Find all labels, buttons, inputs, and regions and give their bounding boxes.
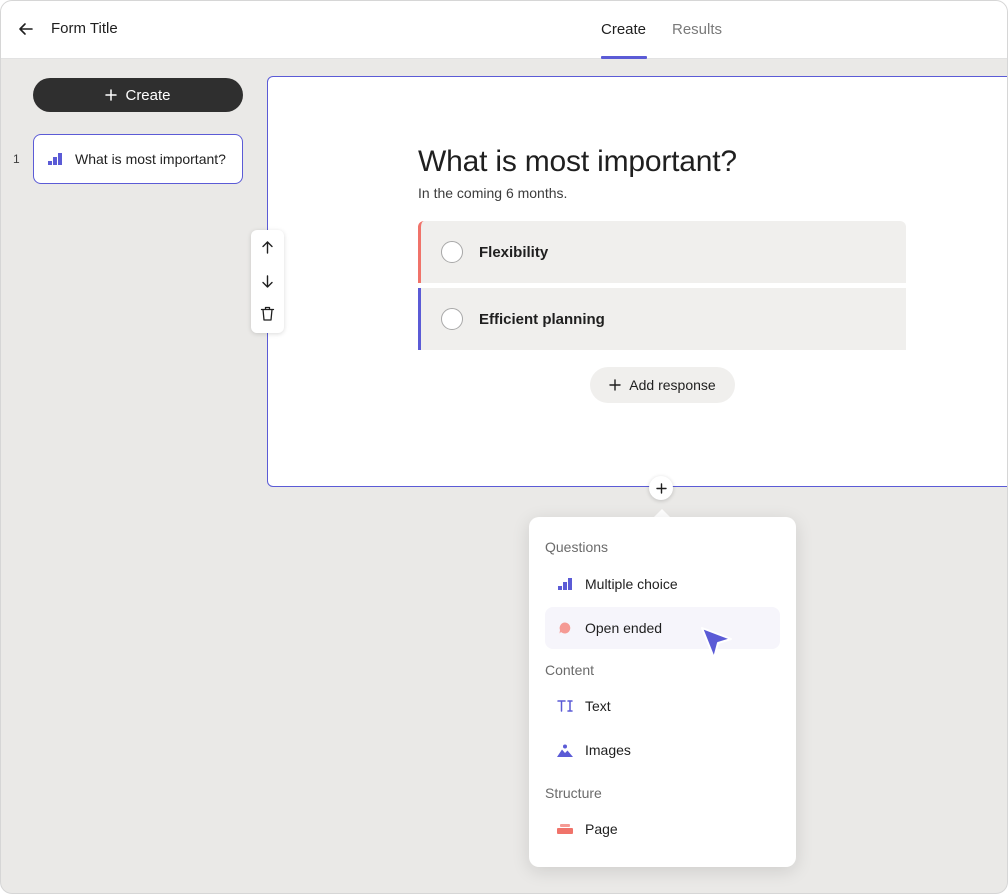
page-icon (557, 821, 573, 837)
slide-label: What is most important? (75, 151, 226, 167)
plus-icon (655, 482, 667, 494)
menu-item-text[interactable]: Text (545, 685, 780, 727)
mouse-pointer-icon (701, 627, 732, 659)
radio-circle (441, 241, 463, 263)
top-bar: Form Title Create Results (1, 1, 1007, 59)
menu-item-label: Open ended (585, 620, 663, 636)
speech-bubble-icon (557, 620, 573, 636)
menu-item-label: Page (585, 821, 618, 837)
menu-item-label: Images (585, 742, 631, 758)
menu-section-questions: Questions (545, 539, 609, 555)
trash-icon[interactable] (259, 305, 276, 322)
tab-results[interactable]: Results (672, 21, 722, 38)
active-tab-indicator (601, 56, 647, 59)
arrow-down-icon[interactable] (259, 273, 276, 290)
menu-item-label: Multiple choice (585, 576, 678, 592)
menu-item-multiple-choice[interactable]: Multiple choice (545, 563, 780, 605)
menu-item-images[interactable]: Images (545, 729, 780, 771)
response-option[interactable]: Efficient planning (418, 288, 906, 350)
create-button[interactable]: Create (33, 78, 243, 112)
response-option[interactable]: Flexibility (418, 221, 906, 283)
app-frame: Form Title Create Results Create 1 What … (0, 0, 1008, 894)
slide-canvas[interactable]: What is most important? In the coming 6 … (267, 76, 1007, 487)
radio-circle (441, 308, 463, 330)
plus-icon (105, 89, 118, 101)
menu-section-structure: Structure (545, 785, 602, 801)
question-title[interactable]: What is most important? (418, 145, 737, 179)
arrow-left-icon[interactable] (15, 18, 37, 40)
multiple-choice-icon (48, 153, 62, 165)
slide-thumbnail[interactable]: What is most important? (33, 134, 243, 184)
add-slide-button[interactable] (649, 476, 673, 500)
plus-icon (609, 379, 621, 391)
menu-section-content: Content (545, 662, 595, 678)
tab-create[interactable]: Create (601, 21, 646, 38)
slide-number: 1 (13, 152, 20, 166)
add-response-label: Add response (629, 377, 716, 393)
add-content-menu: Questions Multiple choice Open ended Con… (529, 517, 796, 867)
menu-item-page[interactable]: Page (545, 808, 780, 850)
add-response-button[interactable]: Add response (590, 367, 735, 403)
multiple-choice-icon (557, 576, 573, 592)
image-icon (557, 742, 573, 758)
menu-item-open-ended[interactable]: Open ended (545, 607, 780, 649)
response-label: Flexibility (479, 243, 549, 261)
arrow-up-icon[interactable] (259, 239, 276, 256)
form-title[interactable]: Form Title (51, 20, 118, 37)
create-button-label: Create (125, 86, 171, 104)
response-label: Efficient planning (479, 310, 605, 328)
question-subtitle[interactable]: In the coming 6 months. (418, 185, 567, 201)
text-icon (557, 698, 573, 714)
menu-item-label: Text (585, 698, 611, 714)
slide-toolbar (251, 230, 284, 333)
